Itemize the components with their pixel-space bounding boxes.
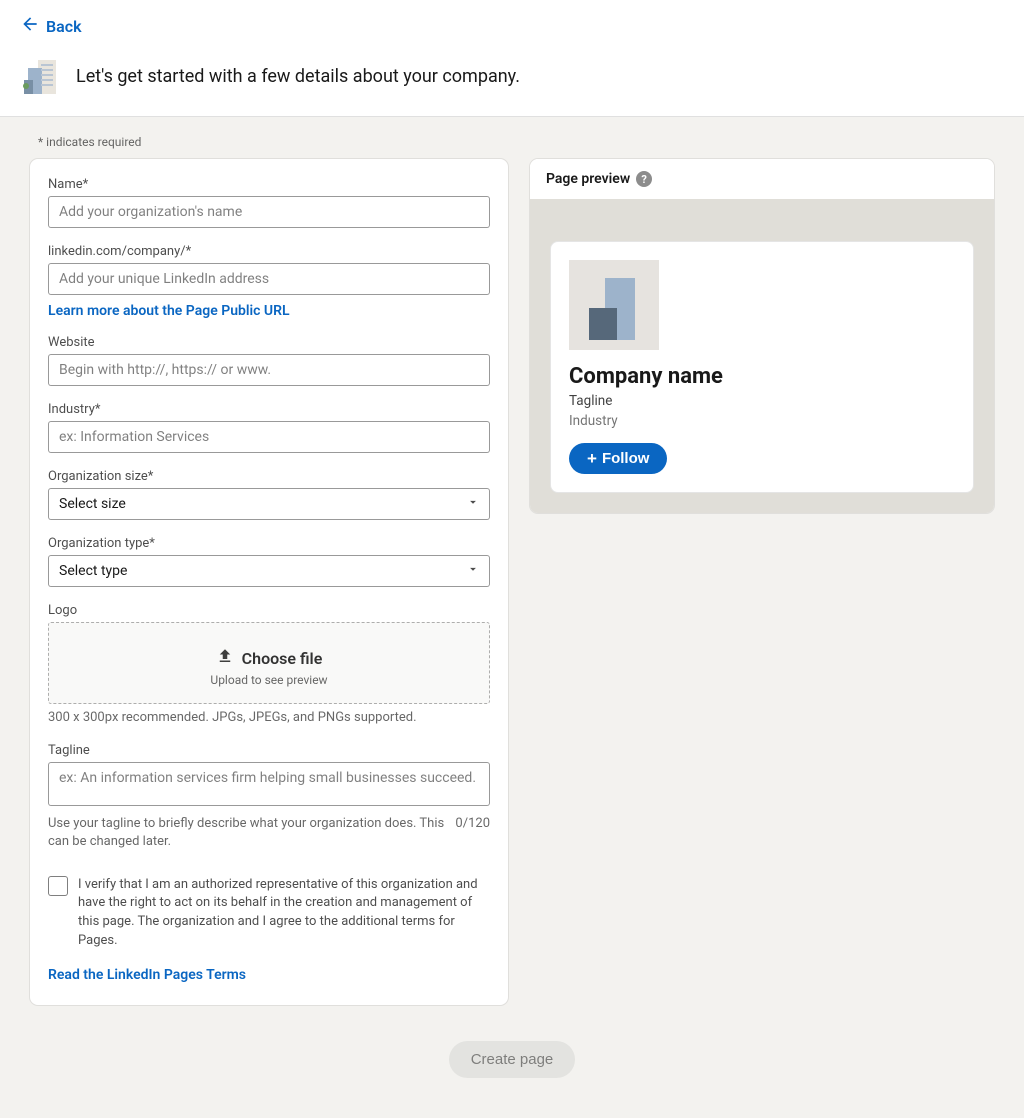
logo-hint: 300 x 300px recommended. JPGs, JPEGs, an… <box>48 709 490 727</box>
preview-tagline: Tagline <box>569 393 955 409</box>
create-page-button[interactable]: Create page <box>449 1041 576 1078</box>
industry-input[interactable] <box>48 421 490 453</box>
verify-checkbox[interactable] <box>48 876 68 896</box>
learn-more-link[interactable]: Learn more about the Page Public URL <box>48 303 290 319</box>
org-size-label: Organization size* <box>48 469 490 484</box>
verify-text: I verify that I am an authorized represe… <box>78 876 490 951</box>
choose-file-label: Choose file <box>242 649 323 668</box>
company-building-icon <box>20 56 60 96</box>
website-label: Website <box>48 335 490 350</box>
preview-company-name: Company name <box>569 364 955 389</box>
website-input[interactable] <box>48 354 490 386</box>
org-type-select[interactable]: Select type <box>48 555 490 587</box>
tagline-counter: 0/120 <box>455 815 490 851</box>
url-input[interactable] <box>48 263 490 295</box>
url-label: linkedin.com/company/* <box>48 244 490 259</box>
terms-link[interactable]: Read the LinkedIn Pages Terms <box>48 967 246 983</box>
name-input[interactable] <box>48 196 490 228</box>
tagline-input[interactable] <box>48 762 490 806</box>
preview-logo-placeholder <box>569 260 659 350</box>
back-button[interactable]: Back <box>20 14 82 38</box>
page-header: Back Let's get started with a few detail… <box>0 0 1024 117</box>
tagline-hint: Use your tagline to briefly describe wha… <box>48 815 445 851</box>
arrow-left-icon <box>20 14 40 38</box>
upload-icon <box>216 647 234 669</box>
name-label: Name* <box>48 177 490 192</box>
preview-industry: Industry <box>569 413 955 429</box>
page-title: Let's get started with a few details abo… <box>76 66 520 87</box>
tagline-label: Tagline <box>48 743 490 758</box>
logo-label: Logo <box>48 603 490 618</box>
follow-label: Follow <box>602 450 650 467</box>
preview-card: Page preview ? Company name Tagline <box>530 159 994 513</box>
upload-subtext: Upload to see preview <box>59 673 479 687</box>
follow-button[interactable]: + Follow <box>569 443 667 474</box>
logo-upload[interactable]: Choose file Upload to see preview <box>48 622 490 704</box>
org-size-select[interactable]: Select size <box>48 488 490 520</box>
help-icon[interactable]: ? <box>636 171 652 187</box>
required-note: * indicates required <box>38 135 994 149</box>
org-type-label: Organization type* <box>48 536 490 551</box>
form-card: Name* linkedin.com/company/* Learn more … <box>30 159 508 1005</box>
industry-label: Industry* <box>48 402 490 417</box>
preview-header-label: Page preview <box>546 171 630 187</box>
plus-icon: + <box>587 450 597 467</box>
back-label: Back <box>46 17 82 36</box>
